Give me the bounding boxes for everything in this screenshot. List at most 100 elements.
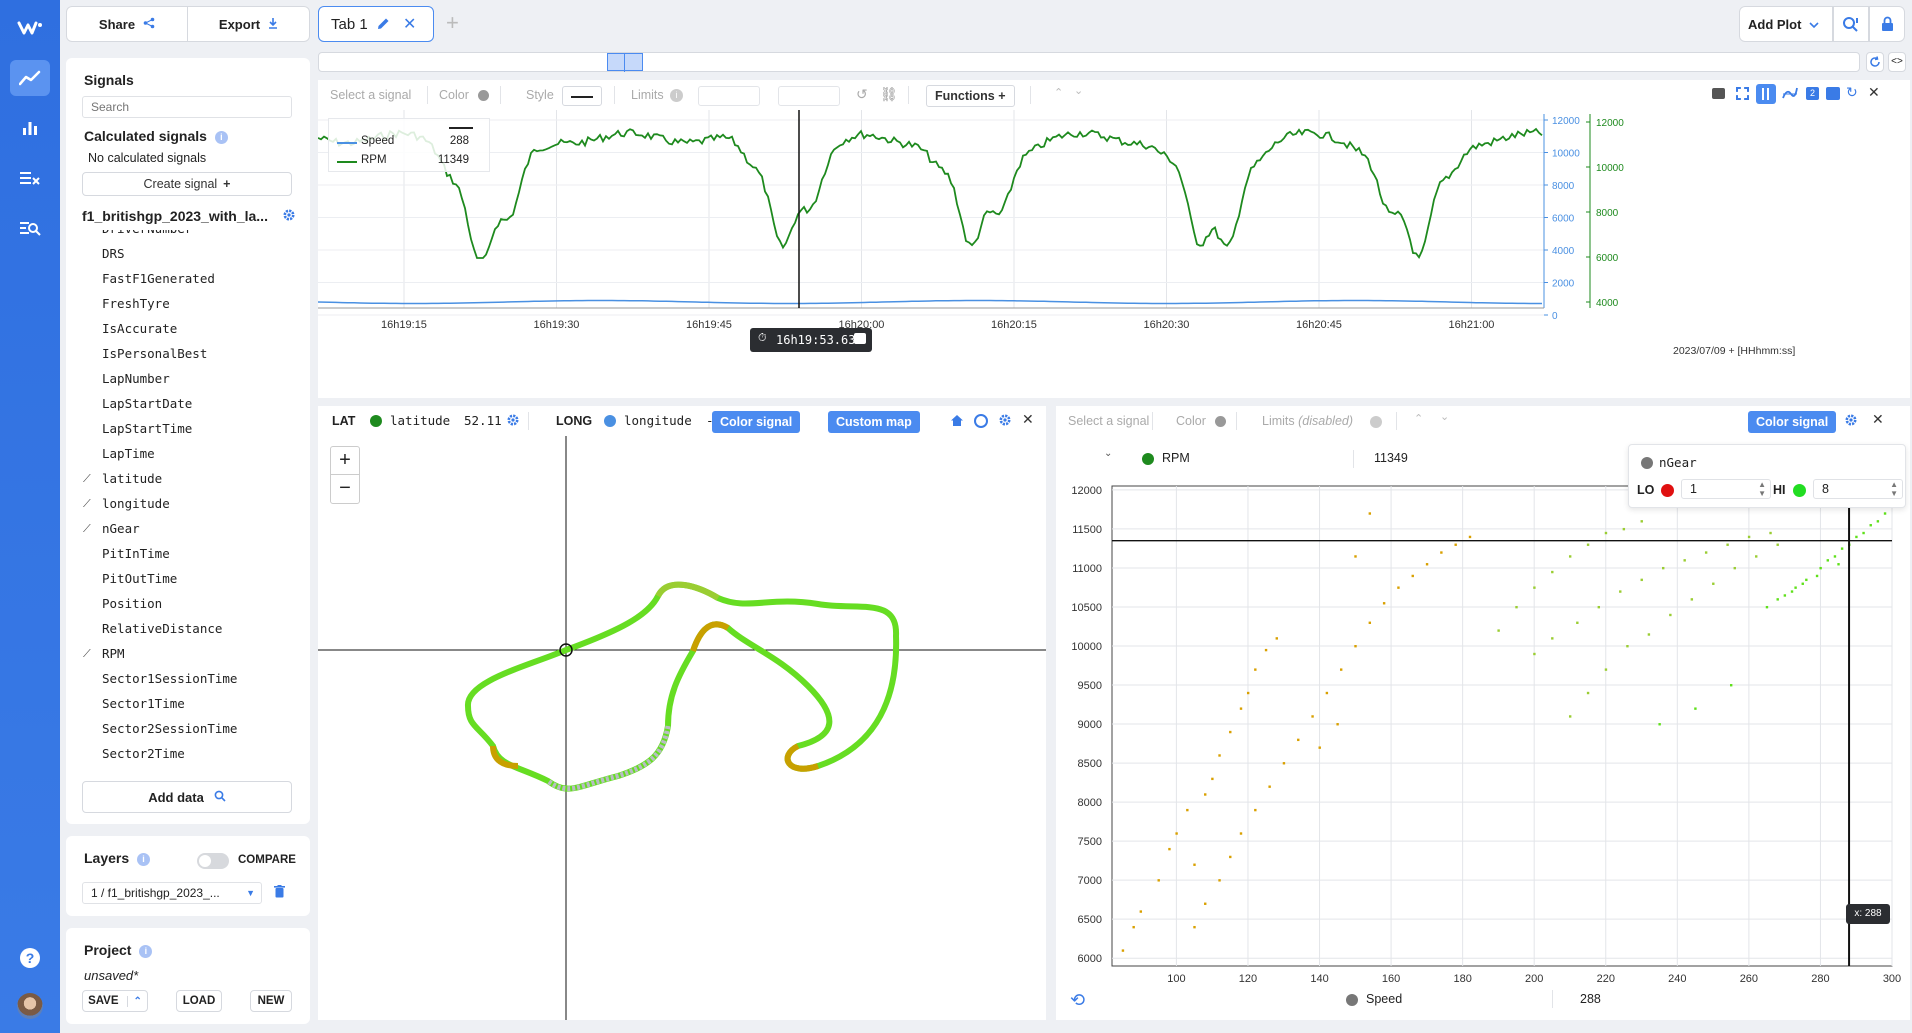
custom-map-button[interactable]: Custom map xyxy=(828,411,920,433)
signal-item[interactable]: IsAccurate xyxy=(66,316,310,341)
hi-input[interactable]: 8 ▲ ▼ xyxy=(1813,479,1903,499)
split-axis-icon[interactable] xyxy=(1756,84,1776,104)
signal-item[interactable]: IsPersonalBest xyxy=(66,341,310,366)
project-info-icon[interactable]: i xyxy=(139,944,153,958)
signal-item[interactable]: Position xyxy=(66,591,310,616)
signal-item[interactable]: FreshTyre xyxy=(66,291,310,316)
time-range-slider[interactable] xyxy=(318,52,1860,72)
load-button[interactable]: LOAD xyxy=(176,990,222,1012)
timeseries-chart[interactable]: 16h19:15 16h19:30 16h19:45 16h20:00 16h20:15… xyxy=(318,110,1910,398)
signal-item[interactable]: RelativeDistance xyxy=(66,616,310,641)
app-logo-icon[interactable] xyxy=(10,10,50,46)
layers-info-icon[interactable]: i xyxy=(137,852,151,866)
long-signal[interactable]: longitude xyxy=(624,413,692,428)
swap-axes-icon[interactable]: ⟲ xyxy=(1070,990,1085,1011)
long-color-dot[interactable] xyxy=(604,415,616,427)
lat-color-dot[interactable] xyxy=(370,415,382,427)
new-button[interactable]: NEW xyxy=(250,990,292,1012)
scatter-color-signal-button[interactable]: Color signal xyxy=(1748,411,1837,433)
scatter-settings-gear-icon[interactable] xyxy=(1844,413,1858,430)
signal-item[interactable]: LapTime xyxy=(66,441,310,466)
add-comment-icon[interactable] xyxy=(854,333,866,344)
share-button[interactable]: Share xyxy=(66,6,188,42)
signal-item[interactable]: Sector1Time xyxy=(66,691,310,716)
compare-toggle[interactable] xyxy=(197,853,229,869)
signal-item[interactable]: DRS xyxy=(66,241,310,266)
export-button[interactable]: Export xyxy=(188,6,310,42)
move-down-icon[interactable]: ⌄ xyxy=(1074,84,1083,97)
save-button[interactable]: SAVE ⌃ xyxy=(82,990,148,1012)
search-list-icon[interactable] xyxy=(10,210,50,246)
search-input[interactable] xyxy=(82,96,292,118)
fit-icon[interactable] xyxy=(1736,87,1749,100)
scatter-move-up-icon[interactable]: ⌃ xyxy=(1414,412,1423,425)
scatter-move-down-icon[interactable]: ⌄ xyxy=(1440,410,1449,423)
limit-min-input[interactable] xyxy=(698,86,760,106)
checklist-icon[interactable] xyxy=(10,160,50,196)
map-color-signal-button[interactable]: Color signal xyxy=(712,411,801,433)
signal-item[interactable]: ⟋ nGear xyxy=(66,516,310,541)
signal-item[interactable]: ⟋ longitude xyxy=(66,491,310,516)
search-plot-icon[interactable] xyxy=(1833,6,1869,42)
layer-select[interactable]: 1 / f1_britishgp_2023_... ▼ xyxy=(82,882,262,904)
tab-1[interactable]: Tab 1 ✕ xyxy=(318,6,434,42)
axis-2-icon[interactable]: 2 xyxy=(1806,87,1819,100)
signal-item[interactable]: PitInTime xyxy=(66,541,310,566)
scatter-chart[interactable]: 100 120 140 160 180 200 220 240 260 280 300 6000 650… xyxy=(1056,476,1910,1000)
lo-color-dot[interactable] xyxy=(1661,484,1674,497)
add-data-button[interactable]: Add data xyxy=(82,781,292,813)
close-scatter-icon[interactable]: ✕ xyxy=(1872,411,1884,428)
legend-row[interactable]: Speed 288 xyxy=(337,135,483,151)
link-icon[interactable]: ⛓ xyxy=(880,86,898,103)
signal-item[interactable]: ⟋ RPM xyxy=(66,641,310,666)
lo-input[interactable]: 1 ▲ ▼ xyxy=(1681,479,1771,499)
signal-item[interactable]: Sector1SessionTime xyxy=(66,666,310,691)
line-style-select[interactable] xyxy=(562,86,602,106)
timeseries-view-icon[interactable] xyxy=(10,60,50,96)
hi-stepper-icon[interactable]: ▲ ▼ xyxy=(1890,480,1898,498)
close-map-icon[interactable]: ✕ xyxy=(1022,411,1034,428)
image-icon[interactable] xyxy=(1826,87,1840,100)
lock-icon[interactable] xyxy=(1869,6,1905,42)
functions-button[interactable]: Functions + xyxy=(926,85,1015,107)
hi-color-dot[interactable] xyxy=(1793,484,1806,497)
close-panel-icon[interactable]: ✕ xyxy=(1868,84,1880,101)
y-signal-name[interactable]: RPM xyxy=(1162,451,1190,465)
select-signal-label[interactable]: Select a signal xyxy=(330,88,411,102)
range-handle[interactable] xyxy=(607,53,643,72)
bar-chart-icon[interactable] xyxy=(10,110,50,146)
chevron-up-icon[interactable]: ⌃ xyxy=(126,995,142,1007)
signal-item[interactable]: Sector2Time xyxy=(66,741,310,766)
map-settings-gear-icon[interactable] xyxy=(998,413,1012,430)
scatter-select-signal[interactable]: Select a signal xyxy=(1068,414,1149,428)
lat-settings-gear-icon[interactable] xyxy=(506,413,520,430)
signal-item[interactable]: LapStartTime xyxy=(66,416,310,441)
refresh-icon[interactable]: ↻ xyxy=(1846,84,1858,101)
signal-item[interactable]: LapStartDate xyxy=(66,391,310,416)
signal-item[interactable]: LapNumber xyxy=(66,366,310,391)
delete-layer-icon[interactable] xyxy=(274,885,285,901)
collapse-chevron-icon[interactable]: ⌄ xyxy=(1104,448,1112,459)
expand-range-icon[interactable]: <> xyxy=(1888,52,1906,72)
dataset-header[interactable]: f1_britishgp_2023_with_la... xyxy=(82,208,295,224)
close-tab-icon[interactable]: ✕ xyxy=(403,14,416,34)
signal-item[interactable]: DriverNumber xyxy=(66,230,310,241)
x-signal-name[interactable]: Speed xyxy=(1366,992,1402,1006)
signal-item[interactable]: Sector2SessionTime xyxy=(66,716,310,741)
create-signal-button[interactable]: Create signal + xyxy=(82,172,292,196)
reset-limits-icon[interactable]: ↺ xyxy=(856,86,868,103)
signal-item[interactable]: ⟋ latitude xyxy=(66,466,310,491)
info-icon[interactable]: i xyxy=(214,130,228,144)
lo-stepper-icon[interactable]: ▲ ▼ xyxy=(1758,480,1766,498)
add-tab-icon[interactable]: + xyxy=(446,10,459,36)
reset-range-icon[interactable] xyxy=(1866,52,1884,72)
target-icon[interactable] xyxy=(974,414,988,428)
user-avatar[interactable] xyxy=(10,988,50,1024)
help-icon[interactable]: ? xyxy=(10,940,50,976)
signal-item[interactable]: PitOutTime xyxy=(66,566,310,591)
track-map[interactable] xyxy=(318,436,1046,1020)
legend-row[interactable]: RPM 11349 xyxy=(337,154,483,170)
signal-item[interactable]: FastF1Generated xyxy=(66,266,310,291)
comment-icon[interactable] xyxy=(1712,88,1725,99)
move-up-icon[interactable]: ⌃ xyxy=(1054,86,1063,99)
